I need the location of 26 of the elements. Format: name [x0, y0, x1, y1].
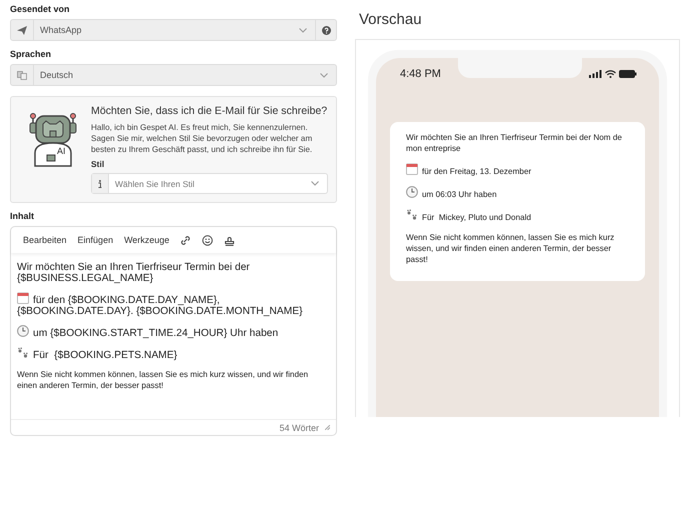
menu-item[interactable]: Einfügen	[78, 235, 114, 245]
message-text: Wir möchten Sie an Ihren Tierfriseur Termin bei der Nom de mon entreprise	[406, 132, 623, 154]
editor-text: um {$BOOKING.START_TIME.24_HOUR} Uhr haben	[17, 325, 330, 339]
editor-text: Wir möchten Sie an Ihren Tierfriseur Termin bei der {$BUSINESS.LEGAL_NAME}	[17, 262, 251, 284]
message-text: um 06:03 Uhr haben	[406, 186, 629, 200]
robot-drawing: AI	[25, 111, 81, 167]
menu-item[interactable]: Bearbeiten	[23, 235, 67, 245]
menu-item[interactable]: Werkzeuge	[124, 235, 170, 245]
style-select[interactable]: Wählen Sie Ihren Stil	[91, 173, 328, 194]
message-text: für den Freitag, 13. Dezember	[406, 163, 629, 177]
field-label: Inhalt	[10, 211, 35, 221]
sender-select[interactable]: WhatsApp	[10, 19, 337, 41]
card-text: Hallo, ich bin Gespet AI. Es freut mich, Sie kennenzulernen. Sagen Sie mir, welchen Stil Sie bevorzugen oder welcher am besten zu Ihrem Geschäft passt, und ich schreibe ihn für Sie.	[91, 122, 314, 155]
status-time: 4:48 PM	[400, 68, 441, 80]
message-text: Wenn Sie nicht kommen können, lassen Sie es mich kurz wissen, und wir finden einen anderen Termin, der besser passt!	[406, 232, 616, 265]
language-select[interactable]: Deutsch	[10, 64, 337, 86]
message-text: Für Mickey, Pluto und Donald	[406, 209, 629, 223]
editor-text: Wenn Sie nicht kommen können, lassen Sie es mich kurz wissen, und wir finden einen anderen Termin, der besser passt!	[17, 369, 310, 391]
field-label: Stil	[91, 159, 106, 169]
word-count: 54 Wörter	[279, 422, 319, 432]
editor-text: Für {$BOOKING.PETS.NAME}	[17, 347, 330, 361]
editor-text: für den {$BOOKING.DATE.DAY_NAME}, {$BOOKING.DATE.DAY}. {$BOOKING.DATE.MONTH_NAME}	[17, 292, 330, 317]
preview-title: Vorschau	[359, 11, 423, 28]
field-label: Gesendet von	[10, 4, 71, 14]
card-title: Möchten Sie, dass ich die E-Mail für Sie schreibe?	[91, 105, 328, 117]
field-label: Sprachen	[10, 49, 52, 59]
